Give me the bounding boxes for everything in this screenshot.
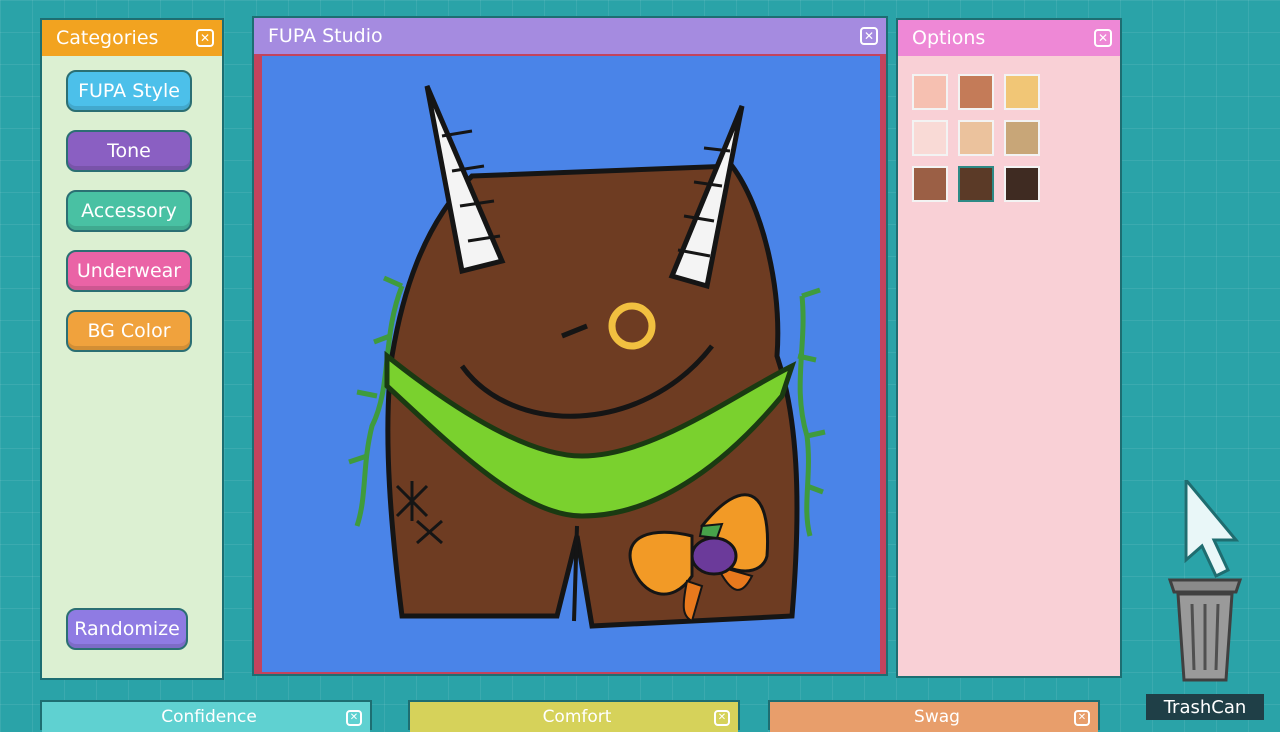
- trash-can-icon[interactable]: [1150, 480, 1260, 690]
- options-window: Options ✕: [896, 18, 1122, 678]
- color-swatch[interactable]: [912, 166, 948, 202]
- options-title: Options: [912, 27, 986, 49]
- confidence-title: Confidence: [161, 707, 257, 727]
- color-swatch[interactable]: [912, 120, 948, 156]
- close-icon[interactable]: ✕: [1074, 710, 1090, 726]
- close-icon[interactable]: ✕: [860, 27, 878, 45]
- studio-title: FUPA Studio: [268, 25, 383, 47]
- swag-window: Swag ✕: [768, 700, 1100, 732]
- confidence-titlebar: Confidence ✕: [42, 702, 370, 732]
- studio-titlebar: FUPA Studio ✕: [254, 18, 886, 54]
- color-swatch[interactable]: [958, 74, 994, 110]
- fupa-style-button[interactable]: FUPA Style: [66, 70, 192, 112]
- confidence-window: Confidence ✕: [40, 700, 372, 732]
- randomize-button[interactable]: Randomize: [66, 608, 188, 650]
- categories-title: Categories: [56, 27, 159, 49]
- options-titlebar: Options ✕: [898, 20, 1120, 56]
- comfort-window: Comfort ✕: [408, 700, 740, 732]
- comfort-title: Comfort: [542, 707, 612, 727]
- studio-window: FUPA Studio ✕: [252, 16, 888, 676]
- character-illustration: [348, 85, 826, 629]
- tone-button[interactable]: Tone: [66, 130, 192, 172]
- color-swatch[interactable]: [1004, 120, 1040, 156]
- accessory-button[interactable]: Accessory: [66, 190, 192, 232]
- swag-titlebar: Swag ✕: [770, 702, 1098, 732]
- swag-title: Swag: [914, 707, 960, 727]
- vine-right-icon: [797, 287, 826, 537]
- underwear-button[interactable]: Underwear: [66, 250, 192, 292]
- close-icon[interactable]: ✕: [714, 710, 730, 726]
- color-swatch[interactable]: [958, 120, 994, 156]
- comfort-titlebar: Comfort ✕: [410, 702, 738, 732]
- color-swatch[interactable]: [958, 166, 994, 202]
- close-icon[interactable]: ✕: [346, 710, 362, 726]
- trash-can-label: TrashCan: [1146, 694, 1264, 720]
- studio-canvas[interactable]: [262, 56, 880, 672]
- color-swatch[interactable]: [1004, 166, 1040, 202]
- cursor-icon: [1184, 480, 1240, 579]
- color-swatch[interactable]: [912, 74, 948, 110]
- bg-color-button[interactable]: BG Color: [66, 310, 192, 352]
- categories-titlebar: Categories ✕: [42, 20, 222, 56]
- close-icon[interactable]: ✕: [1094, 29, 1112, 47]
- categories-window: Categories ✕ FUPA Style Tone Accessory U…: [40, 18, 224, 680]
- close-icon[interactable]: ✕: [196, 29, 214, 47]
- color-swatch[interactable]: [1004, 74, 1040, 110]
